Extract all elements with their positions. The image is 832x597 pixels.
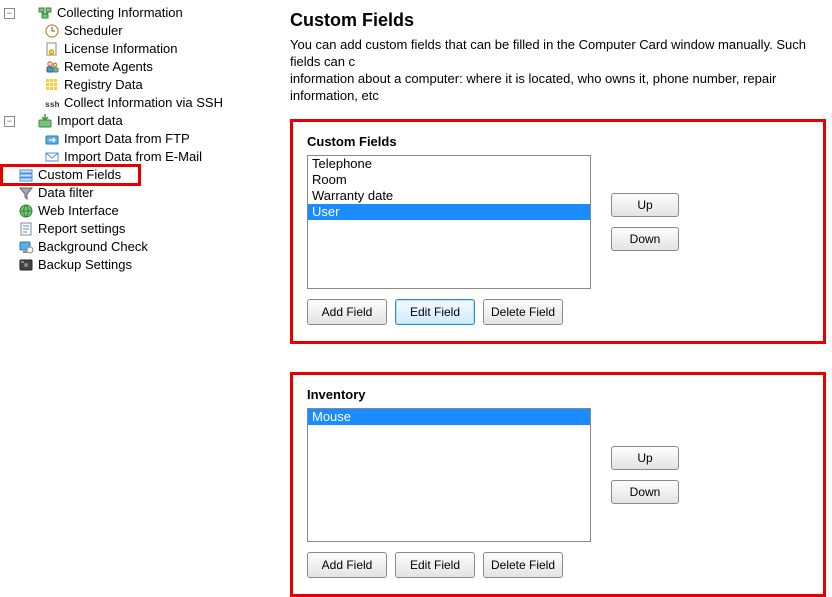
sidebar-item-data-filter[interactable]: Data filter: [2, 184, 96, 202]
list-item[interactable]: Warranty date: [308, 188, 590, 204]
delete-field-button[interactable]: Delete Field: [483, 552, 563, 578]
clock-icon: [44, 23, 60, 39]
sidebar-item-label: Custom Fields: [38, 166, 121, 184]
sidebar: − Collecting InformationSchedulerLicense …: [0, 0, 290, 586]
edit-field-button[interactable]: Edit Field: [395, 299, 475, 325]
reorder-buttons: Up Down: [605, 155, 679, 289]
mail-icon: [44, 149, 60, 165]
panel-custom-fields: Custom FieldsTelephoneRoomWarranty dateU…: [290, 119, 826, 344]
reorder-buttons: Up Down: [605, 408, 679, 542]
up-button[interactable]: Up: [611, 193, 679, 217]
action-buttons: Add Field Edit Field Delete Field: [307, 299, 809, 325]
down-button[interactable]: Down: [611, 480, 679, 504]
tree-connector: [17, 121, 37, 122]
collect-icon: [37, 5, 53, 21]
list-item[interactable]: User: [308, 204, 590, 220]
sidebar-item-label: License Information: [64, 40, 177, 58]
report-icon: [18, 221, 34, 237]
page-desc-line1: You can add custom fields that can be fi…: [290, 37, 806, 69]
sidebar-item-label: Web Interface: [38, 202, 119, 220]
page-description: You can add custom fields that can be fi…: [290, 37, 832, 105]
panel-title: Inventory: [307, 387, 809, 402]
add-field-button[interactable]: Add Field: [307, 552, 387, 578]
registry-icon: [44, 77, 60, 93]
panel-body: Mouse Up Down: [307, 408, 809, 542]
sidebar-item-label: Import Data from FTP: [64, 130, 190, 148]
sidebar-item-label: Background Check: [38, 238, 148, 256]
sidebar-item-label: Data filter: [38, 184, 94, 202]
action-buttons: Add Field Edit Field Delete Field: [307, 552, 809, 578]
page-title: Custom Fields: [290, 10, 832, 31]
filter-icon: [18, 185, 34, 201]
sidebar-item-import-data-from-e-mail[interactable]: Import Data from E-Mail: [42, 148, 204, 166]
sidebar-item-label: Collect Information via SSH: [64, 94, 223, 112]
delete-field-button[interactable]: Delete Field: [483, 299, 563, 325]
svg-text:ssh: ssh: [45, 101, 60, 110]
sidebar-item-custom-fields[interactable]: Custom Fields: [2, 166, 139, 184]
tree-toggle-icon[interactable]: −: [4, 8, 15, 19]
tree-connector: [17, 13, 37, 14]
down-button[interactable]: Down: [611, 227, 679, 251]
listbox[interactable]: TelephoneRoomWarranty dateUser: [307, 155, 591, 289]
sidebar-item-collecting-information[interactable]: − Collecting Information: [2, 4, 185, 22]
panel-body: TelephoneRoomWarranty dateUser Up Down: [307, 155, 809, 289]
sidebar-item-registry-data[interactable]: Registry Data: [42, 76, 145, 94]
fields-icon: [18, 167, 34, 183]
add-field-button[interactable]: Add Field: [307, 299, 387, 325]
listbox[interactable]: Mouse: [307, 408, 591, 542]
sidebar-item-label: Backup Settings: [38, 256, 132, 274]
list-item[interactable]: Room: [308, 172, 590, 188]
backup-icon: [18, 257, 34, 273]
list-item[interactable]: Telephone: [308, 156, 590, 172]
list-item[interactable]: Mouse: [308, 409, 590, 425]
sidebar-item-collect-information-via-ssh[interactable]: ssh Collect Information via SSH: [42, 94, 225, 112]
sidebar-item-import-data[interactable]: − Import data: [2, 112, 125, 130]
sidebar-item-label: Collecting Information: [57, 4, 183, 22]
import-icon: [37, 113, 53, 129]
sidebar-item-label: Registry Data: [64, 76, 143, 94]
sidebar-item-report-settings[interactable]: Report settings: [2, 220, 127, 238]
main-content: Custom Fields You can add custom fields …: [290, 0, 832, 586]
panel-inventory: Inventory Mouse Up Down Add Field Edit Field D…: [290, 372, 826, 597]
sidebar-item-web-interface[interactable]: Web Interface: [2, 202, 121, 220]
sidebar-item-license-information[interactable]: License Information: [42, 40, 179, 58]
license-icon: [44, 41, 60, 57]
panel-title: Custom Fields: [307, 134, 809, 149]
sidebar-item-scheduler[interactable]: Scheduler: [42, 22, 125, 40]
tree-toggle-icon[interactable]: −: [4, 116, 15, 127]
sidebar-item-label: Report settings: [38, 220, 125, 238]
sidebar-item-import-data-from-ftp[interactable]: Import Data from FTP: [42, 130, 192, 148]
sidebar-item-backup-settings[interactable]: Backup Settings: [2, 256, 134, 274]
ssh-icon: ssh: [44, 95, 60, 111]
up-button[interactable]: Up: [611, 446, 679, 470]
sidebar-item-background-check[interactable]: Background Check: [2, 238, 150, 256]
bgcheck-icon: [18, 239, 34, 255]
sidebar-item-label: Import data: [57, 112, 123, 130]
edit-field-button[interactable]: Edit Field: [395, 552, 475, 578]
sidebar-item-remote-agents[interactable]: Remote Agents: [42, 58, 155, 76]
sidebar-item-label: Scheduler: [64, 22, 123, 40]
web-icon: [18, 203, 34, 219]
agents-icon: [44, 59, 60, 75]
ftp-icon: [44, 131, 60, 147]
page-desc-line2: information about a computer: where it i…: [290, 71, 776, 103]
sidebar-item-label: Import Data from E-Mail: [64, 148, 202, 166]
sidebar-item-label: Remote Agents: [64, 58, 153, 76]
